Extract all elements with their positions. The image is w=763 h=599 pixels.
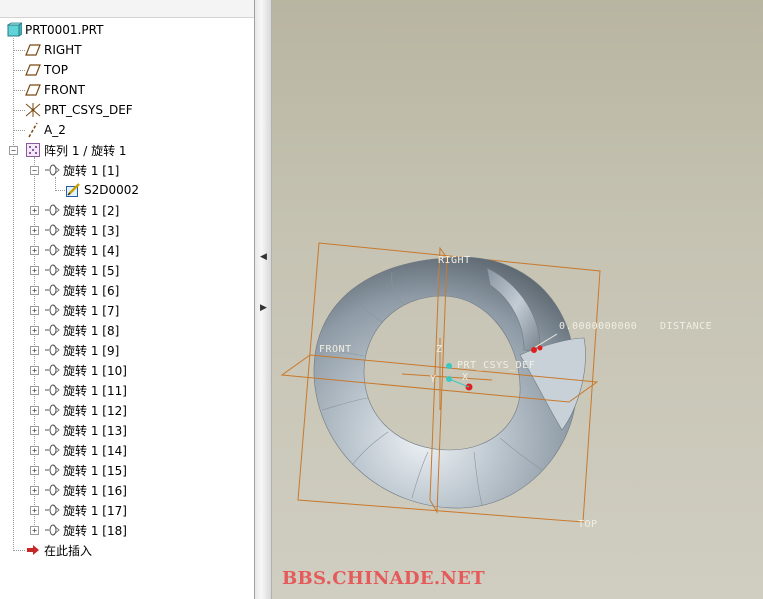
model-view-canvas[interactable]: RIGHT FRONT TOP PRT_CSYS_DEF Z Y X 0.000… <box>272 0 763 599</box>
panel-splitter[interactable]: ◀ ▶ <box>255 0 272 599</box>
revolve-feature-icon <box>44 282 60 298</box>
expand-toggle-revolve[interactable]: + <box>30 266 39 275</box>
model-tree-header <box>0 0 254 18</box>
tree-item-revolve[interactable]: 旋转 1 [14] <box>44 440 127 460</box>
expand-toggle-revolve[interactable]: + <box>30 306 39 315</box>
axis-x-label: X <box>462 372 469 383</box>
tree-item-revolve[interactable]: 旋转 1 [7] <box>44 300 119 320</box>
revolved-torus-body[interactable] <box>313 256 586 509</box>
tree-item-revolve[interactable]: 旋转 1 [17] <box>44 500 127 520</box>
datum-plane-icon <box>25 42 41 58</box>
revolve-feature-icon <box>44 442 60 458</box>
revolve-feature-icon <box>44 422 60 438</box>
tree-item-revolve[interactable]: 旋转 1 [6] <box>44 280 119 300</box>
tree-item-right-plane[interactable]: RIGHT <box>25 40 82 60</box>
tree-item-pattern[interactable]: 阵列 1 / 旋转 1 <box>25 140 127 160</box>
tree-item-axis[interactable]: A_2 <box>25 120 66 140</box>
tree-root-label: PRT0001.PRT <box>25 23 104 37</box>
right-plane-label: RIGHT <box>438 255 471 266</box>
expand-toggle-revolve[interactable]: + <box>30 486 39 495</box>
revolve-feature-icon <box>44 502 60 518</box>
collapse-toggle-pattern[interactable]: − <box>9 146 18 155</box>
part-icon <box>6 22 24 38</box>
expand-right-icon[interactable]: ▶ <box>260 303 267 313</box>
tree-item-revolve-1[interactable]: 旋转 1 [1] <box>44 160 119 180</box>
pattern-icon <box>25 142 41 158</box>
expand-toggle-revolve[interactable]: + <box>30 426 39 435</box>
tree-item-revolve[interactable]: 旋转 1 [3] <box>44 220 119 240</box>
expand-toggle-revolve[interactable]: + <box>30 326 39 335</box>
tree-item-revolve[interactable]: 旋转 1 [18] <box>44 520 127 540</box>
tree-item-sketch[interactable]: S2D0002 <box>65 180 139 200</box>
sketch-icon <box>65 182 81 198</box>
tree-item-revolve[interactable]: 旋转 1 [16] <box>44 480 127 500</box>
expand-toggle-revolve[interactable]: + <box>30 526 39 535</box>
tree-item-top-plane[interactable]: TOP <box>25 60 68 80</box>
tree-item-revolve[interactable]: 旋转 1 [5] <box>44 260 119 280</box>
coordinate-system-icon <box>25 102 41 118</box>
tree-item-revolve[interactable]: 旋转 1 [15] <box>44 460 127 480</box>
revolve-feature-icon <box>44 322 60 338</box>
axis-y-label: Y <box>430 374 437 385</box>
revolve-feature-icon <box>44 362 60 378</box>
revolve-feature-icon <box>44 482 60 498</box>
revolve-feature-icon <box>44 222 60 238</box>
expand-toggle-revolve[interactable]: + <box>30 446 39 455</box>
front-plane-label: FRONT <box>319 344 352 355</box>
model-tree-panel: PRT0001.PRT RIGHT TOP FRONT PRT_CSYS_DEF… <box>0 0 255 599</box>
tree-item-revolve[interactable]: 旋转 1 [2] <box>44 200 119 220</box>
watermark-text: BBS.CHINADE.NET <box>282 568 485 589</box>
tree-item-revolve[interactable]: 旋转 1 [13] <box>44 420 127 440</box>
axis-z-label: Z <box>436 344 443 355</box>
collapse-toggle-revolve-1[interactable]: − <box>30 166 39 175</box>
csys-label: PRT_CSYS_DEF <box>457 360 535 371</box>
tree-item-revolve[interactable]: 旋转 1 [4] <box>44 240 119 260</box>
expand-toggle-revolve[interactable]: + <box>30 346 39 355</box>
expand-toggle-revolve[interactable]: + <box>30 286 39 295</box>
collapse-left-icon[interactable]: ◀ <box>260 252 267 262</box>
expand-toggle-revolve[interactable]: + <box>30 246 39 255</box>
expand-toggle-revolve[interactable]: + <box>30 366 39 375</box>
datum-plane-icon <box>25 62 41 78</box>
expand-toggle-revolve[interactable]: + <box>30 406 39 415</box>
tree-item-insert-here[interactable]: 在此插入 <box>25 540 92 560</box>
revolve-feature-icon <box>44 202 60 218</box>
graphics-viewport[interactable]: RIGHT FRONT TOP PRT_CSYS_DEF Z Y X 0.000… <box>272 0 763 599</box>
tree-item-front-plane[interactable]: FRONT <box>25 80 85 100</box>
tree-item-revolve[interactable]: 旋转 1 [11] <box>44 380 127 400</box>
tree-item-revolve[interactable]: 旋转 1 [9] <box>44 340 119 360</box>
revolve-feature-icon <box>44 242 60 258</box>
revolve-feature-icon <box>44 382 60 398</box>
expand-toggle-revolve[interactable]: + <box>30 466 39 475</box>
datum-axis-icon <box>25 122 41 138</box>
dimension-value[interactable]: 0.0000000000 <box>559 321 637 332</box>
insert-arrow-icon <box>25 542 41 558</box>
revolve-feature-icon <box>44 302 60 318</box>
revolve-feature-icon <box>44 402 60 418</box>
datum-plane-icon <box>25 82 41 98</box>
tree-item-revolve[interactable]: 旋转 1 [10] <box>44 360 127 380</box>
tree-root-item[interactable]: PRT0001.PRT <box>6 20 103 40</box>
expand-toggle-revolve[interactable]: + <box>30 506 39 515</box>
expand-toggle-revolve[interactable]: + <box>30 206 39 215</box>
tree-item-revolve[interactable]: 旋转 1 [12] <box>44 400 127 420</box>
revolve-feature-icon <box>44 162 60 178</box>
top-plane-label: TOP <box>578 519 598 530</box>
revolve-feature-icon <box>44 462 60 478</box>
expand-toggle-revolve[interactable]: + <box>30 226 39 235</box>
dimension-name: DISTANCE <box>660 321 712 332</box>
revolve-feature-icon <box>44 262 60 278</box>
tree-item-csys[interactable]: PRT_CSYS_DEF <box>25 100 133 120</box>
revolve-feature-icon <box>44 342 60 358</box>
tree-item-revolve[interactable]: 旋转 1 [8] <box>44 320 119 340</box>
revolve-feature-icon <box>44 522 60 538</box>
expand-toggle-revolve[interactable]: + <box>30 386 39 395</box>
